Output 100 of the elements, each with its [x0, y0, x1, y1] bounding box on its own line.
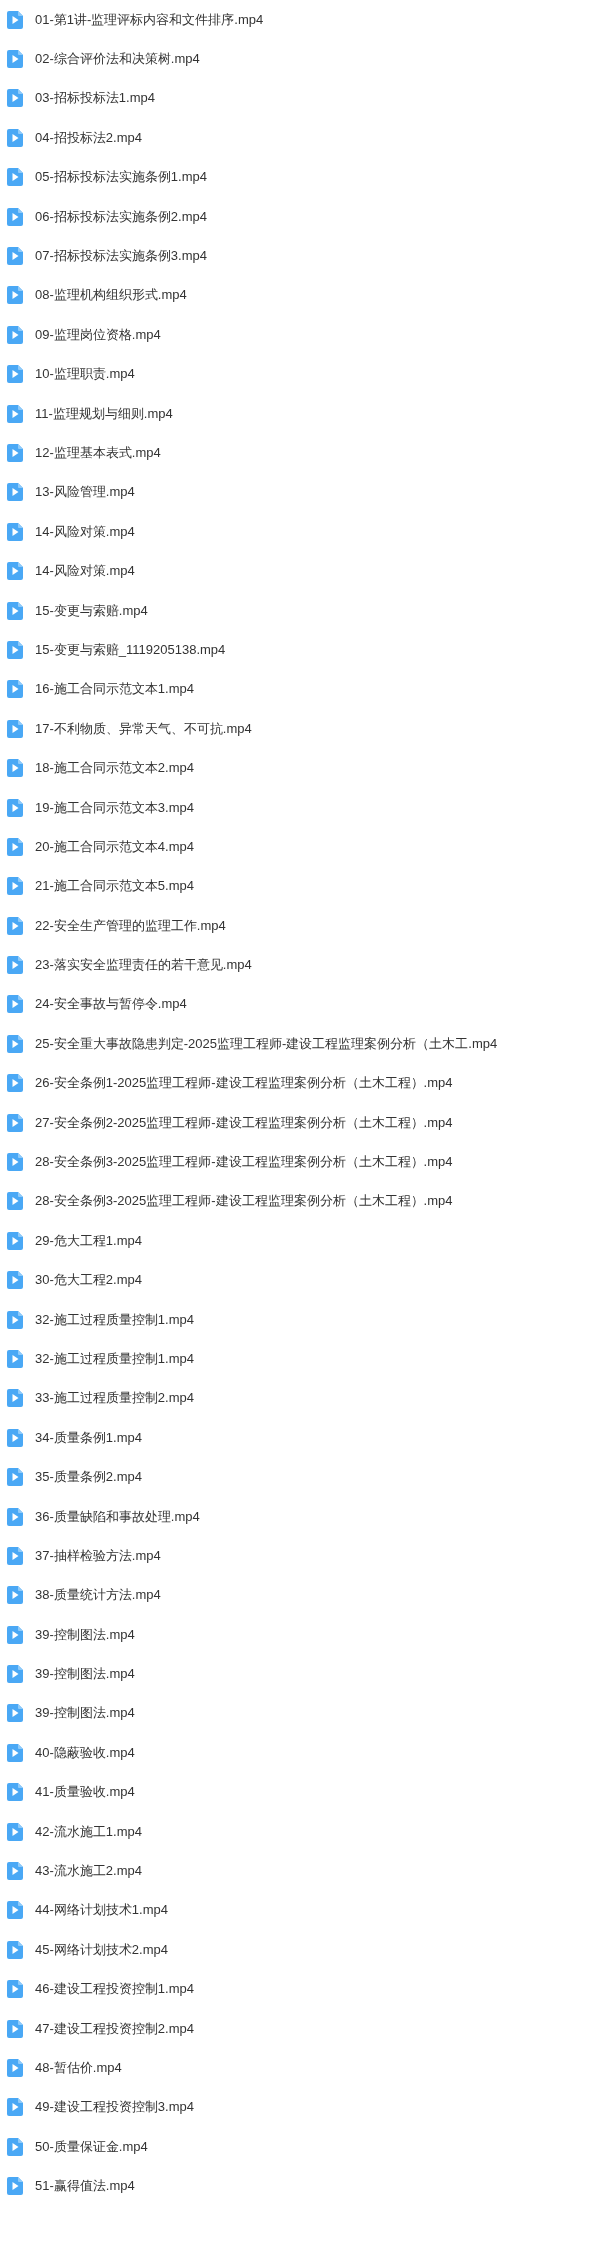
- file-name[interactable]: 10-监理职责.mp4: [35, 365, 135, 384]
- file-name[interactable]: 12-监理基本表式.mp4: [35, 444, 161, 462]
- file-name[interactable]: 01-第1讲-监理评标内容和文件排序.mp4: [35, 10, 264, 29]
- video-file-icon: [7, 1310, 23, 1329]
- file-name[interactable]: 38-质量统计方法.mp4: [35, 1586, 161, 1605]
- video-file-icon: [7, 1153, 23, 1171]
- video-file-icon: [7, 1704, 23, 1723]
- video-file-icon: [7, 1822, 23, 1841]
- file-name[interactable]: 05-招标投标法实施条例1.mp4: [35, 168, 207, 187]
- file-name[interactable]: 28-安全条例3-2025监理工程师-建设工程监理案例分析（土木工程）.mp4: [35, 1192, 453, 1211]
- video-file-icon: [7, 1586, 23, 1605]
- file-name[interactable]: 03-招标投标法1.mp4: [35, 89, 155, 108]
- file-name[interactable]: 19-施工合同示范文本3.mp4: [35, 798, 194, 817]
- video-file-icon: [7, 1113, 23, 1132]
- file-name[interactable]: 42-流水施工1.mp4: [35, 1822, 142, 1841]
- video-file-icon: [7, 2177, 23, 2196]
- video-file-icon: [7, 10, 23, 29]
- file-name[interactable]: 11-监理规划与细则.mp4: [35, 404, 173, 423]
- video-file-icon: [7, 562, 23, 581]
- file-name[interactable]: 09-监理岗位资格.mp4: [35, 325, 161, 344]
- video-file-icon: [7, 956, 23, 975]
- video-file-icon: [7, 1665, 23, 1684]
- video-file-icon: [7, 601, 23, 620]
- video-file-icon: [7, 1940, 23, 1959]
- video-file-icon: [7, 995, 23, 1014]
- video-file-icon: [7, 50, 23, 69]
- file-name[interactable]: 51-赢得值法.mp4: [35, 2177, 135, 2196]
- file-name[interactable]: 21-施工合同示范文本5.mp4: [35, 877, 194, 896]
- video-file-icon: [7, 1783, 23, 1802]
- file-name[interactable]: 08-监理机构组织形式.mp4: [35, 286, 187, 305]
- video-file-icon: [7, 483, 23, 502]
- video-file-icon: [7, 877, 23, 896]
- video-file-icon: [7, 444, 23, 462]
- video-file-icon: [7, 719, 23, 738]
- file-name[interactable]: 40-隐蔽验收.mp4: [35, 1743, 135, 1762]
- file-name[interactable]: 20-施工合同示范文本4.mp4: [35, 837, 194, 856]
- video-file-icon: [7, 680, 23, 699]
- video-file-icon: [7, 1349, 23, 1368]
- file-name[interactable]: 39-控制图法.mp4: [35, 1704, 135, 1723]
- video-file-icon: [7, 2019, 23, 2038]
- video-file-icon: [7, 1901, 23, 1920]
- file-name[interactable]: 33-施工过程质量控制2.mp4: [35, 1389, 194, 1408]
- file-name[interactable]: 13-风险管理.mp4: [35, 483, 135, 502]
- video-file-icon: [7, 1034, 23, 1053]
- video-file-icon: [7, 247, 23, 266]
- file-name[interactable]: 48-暂估价.mp4: [35, 2059, 122, 2077]
- file-name[interactable]: 18-施工合同示范文本2.mp4: [35, 759, 194, 778]
- video-file-icon: [7, 1468, 23, 1487]
- video-file-icon: [7, 1271, 23, 1290]
- video-file-icon: [7, 916, 23, 935]
- video-file-icon: [7, 1192, 23, 1211]
- file-name[interactable]: 36-质量缺陷和事故处理.mp4: [35, 1507, 200, 1526]
- video-file-icon: [7, 1231, 23, 1250]
- file-name[interactable]: 32-施工过程质量控制1.mp4: [35, 1310, 194, 1329]
- file-name[interactable]: 02-综合评价法和决策树.mp4: [35, 50, 200, 69]
- file-name[interactable]: 06-招标投标法实施条例2.mp4: [35, 207, 207, 226]
- file-name[interactable]: 39-控制图法.mp4: [35, 1625, 135, 1644]
- file-name[interactable]: 27-安全条例2-2025监理工程师-建设工程监理案例分析（土木工程）.mp4: [35, 1113, 453, 1132]
- video-file-icon: [7, 640, 23, 659]
- file-name[interactable]: 22-安全生产管理的监理工作.mp4: [35, 916, 226, 935]
- file-name[interactable]: 32-施工过程质量控制1.mp4: [35, 1349, 194, 1368]
- file-name[interactable]: 34-质量条例1.mp4: [35, 1428, 142, 1447]
- file-name[interactable]: 25-安全重大事故隐患判定-2025监理工程师-建设工程监理案例分析（土木工.mp4: [35, 1034, 498, 1053]
- file-name[interactable]: 47-建设工程投资控制2.mp4: [35, 2019, 194, 2038]
- file-name[interactable]: 15-变更与索赔_1119205138.mp4: [35, 640, 226, 659]
- file-name[interactable]: 07-招标投标法实施条例3.mp4: [35, 247, 207, 266]
- file-name[interactable]: 15-变更与索赔.mp4: [35, 601, 148, 620]
- file-name[interactable]: 17-不利物质、异常天气、不可抗.mp4: [35, 719, 252, 738]
- video-file-icon: [7, 404, 23, 423]
- file-name[interactable]: 14-风险对策.mp4: [35, 522, 135, 541]
- video-file-icon: [7, 798, 23, 817]
- video-file-icon: [7, 1546, 23, 1565]
- file-name[interactable]: 30-危大工程2.mp4: [35, 1271, 142, 1290]
- video-file-icon: [7, 128, 23, 147]
- file-name[interactable]: 43-流水施工2.mp4: [35, 1862, 142, 1881]
- file-name[interactable]: 45-网络计划技术2.mp4: [35, 1940, 168, 1959]
- file-name[interactable]: 50-质量保证金.mp4: [35, 2137, 148, 2156]
- file-name[interactable]: 23-落实安全监理责任的若干意见.mp4: [35, 956, 252, 975]
- file-name[interactable]: 26-安全条例1-2025监理工程师-建设工程监理案例分析（土木工程）.mp4: [35, 1074, 453, 1093]
- file-name[interactable]: 41-质量验收.mp4: [35, 1783, 135, 1802]
- file-name[interactable]: 46-建设工程投资控制1.mp4: [35, 1980, 194, 1999]
- file-name[interactable]: 29-危大工程1.mp4: [35, 1231, 142, 1250]
- video-file-icon: [7, 1625, 23, 1644]
- video-file-icon: [7, 365, 23, 384]
- video-file-icon: [7, 837, 23, 856]
- video-file-icon: [7, 325, 23, 344]
- file-name[interactable]: 44-网络计划技术1.mp4: [35, 1901, 168, 1920]
- file-name[interactable]: 28-安全条例3-2025监理工程师-建设工程监理案例分析（土木工程）.mp4: [35, 1153, 453, 1171]
- video-file-icon: [7, 1389, 23, 1408]
- file-name[interactable]: 39-控制图法.mp4: [35, 1665, 135, 1684]
- video-file-icon: [7, 89, 23, 108]
- video-file-icon: [7, 1862, 23, 1881]
- file-name[interactable]: 37-抽样检验方法.mp4: [35, 1546, 161, 1565]
- file-name[interactable]: 16-施工合同示范文本1.mp4: [35, 680, 194, 699]
- video-file-icon: [7, 1428, 23, 1447]
- file-name[interactable]: 35-质量条例2.mp4: [35, 1468, 142, 1487]
- file-name[interactable]: 49-建设工程投资控制3.mp4: [35, 2098, 194, 2117]
- file-name[interactable]: 14-风险对策.mp4: [35, 562, 135, 581]
- file-name[interactable]: 04-招投标法2.mp4: [35, 128, 142, 147]
- file-name[interactable]: 24-安全事故与暂停令.mp4: [35, 995, 187, 1014]
